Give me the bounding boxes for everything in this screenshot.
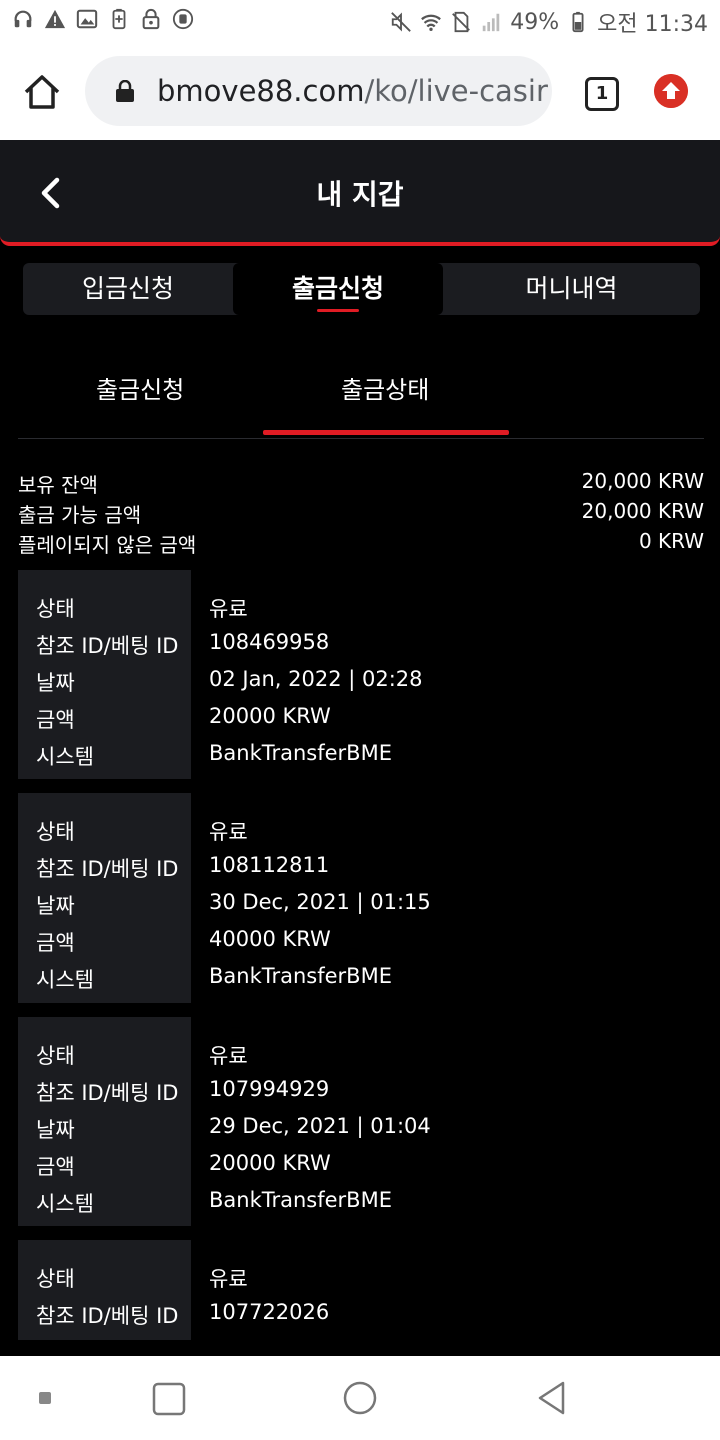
ref-value: 107722026 bbox=[209, 1300, 330, 1324]
tab-deposit[interactable]: 입금신청 bbox=[23, 263, 233, 315]
battery-saver-icon bbox=[112, 8, 126, 30]
field-label: 날짜 bbox=[36, 894, 75, 918]
balance-value: 20,000 KRW bbox=[581, 499, 704, 523]
warning-icon bbox=[44, 9, 66, 29]
image-icon bbox=[76, 9, 98, 29]
tab-label: 입금신청 bbox=[81, 274, 174, 303]
field-label: 상태 bbox=[36, 597, 75, 621]
date-value: 02 Jan, 2022 | 02:28 bbox=[209, 667, 423, 691]
withdraw-record: 상태 유료 참조 ID/베팅 ID 107994929 날짜 29 Dec, 2021… bbox=[18, 1017, 704, 1226]
tab-switcher-button[interactable]: 1 bbox=[585, 77, 619, 111]
withdraw-subtabs: 출금신청 출금상태 bbox=[18, 340, 704, 439]
field-label: 날짜 bbox=[36, 671, 75, 695]
mute-icon bbox=[391, 12, 412, 32]
wifi-icon bbox=[421, 14, 442, 31]
system-value: BankTransferBME bbox=[209, 1188, 392, 1212]
vpn-icon bbox=[172, 8, 194, 30]
browser-toolbar: bmove88.com/ko/live-casir 1 bbox=[0, 44, 720, 140]
balance-value: 0 KRW bbox=[638, 529, 704, 553]
home-icon[interactable] bbox=[22, 72, 62, 112]
field-label: 상태 bbox=[36, 1044, 75, 1068]
clock: 오전 11:34 bbox=[597, 12, 708, 37]
field-label: 상태 bbox=[36, 820, 75, 844]
ref-value: 108112811 bbox=[209, 853, 330, 877]
field-label: 금액 bbox=[36, 708, 75, 732]
status-bar: 49% 오전 11:34 bbox=[0, 0, 720, 44]
field-label: 상태 bbox=[36, 1267, 75, 1291]
balance-row: 보유 잔액 20,000 KRW bbox=[18, 469, 704, 498]
tab-money-history[interactable]: 머니내역 bbox=[443, 263, 700, 315]
recent-apps-dot-icon[interactable] bbox=[38, 1391, 52, 1405]
lock-icon bbox=[116, 80, 134, 102]
balance-label: 출금 가능 금액 bbox=[18, 503, 142, 527]
active-subtab-indicator bbox=[263, 430, 509, 435]
balance-label: 보유 잔액 bbox=[18, 473, 98, 497]
withdraw-record: 상태 유료 참조 ID/베팅 ID 108112811 날짜 30 Dec, 2021… bbox=[18, 793, 704, 1003]
lock-icon bbox=[142, 8, 160, 30]
withdraw-record: 상태 유료 참조 ID/베팅 ID 108469958 날짜 02 Jan, 2022… bbox=[18, 570, 704, 779]
url-host: bmove88.com bbox=[157, 74, 365, 108]
amount-value: 20000 KRW bbox=[209, 704, 331, 728]
field-label: 참조 ID/베팅 ID bbox=[36, 857, 179, 881]
overview-icon[interactable] bbox=[152, 1382, 186, 1416]
app-header: 내 지갑 bbox=[0, 140, 720, 246]
wallet-tabs: 입금신청 출금신청 머니내역 bbox=[23, 263, 700, 315]
date-value: 30 Dec, 2021 | 01:15 bbox=[209, 890, 431, 914]
tab-label: 출금신청 bbox=[291, 274, 384, 303]
balance-value: 20,000 KRW bbox=[581, 469, 704, 493]
address-bar[interactable]: bmove88.com/ko/live-casir bbox=[85, 56, 552, 126]
status-value: 유료 bbox=[209, 1044, 248, 1068]
field-label: 참조 ID/베팅 ID bbox=[36, 634, 179, 658]
withdrawable-row: 출금 가능 금액 20,000 KRW bbox=[18, 499, 704, 528]
status-value: 유료 bbox=[209, 820, 248, 844]
tab-label: 머니내역 bbox=[525, 274, 618, 303]
date-value: 29 Dec, 2021 | 01:04 bbox=[209, 1114, 431, 1138]
field-label: 날짜 bbox=[36, 1118, 75, 1142]
battery-percent: 49% bbox=[510, 9, 560, 35]
field-label: 금액 bbox=[36, 1155, 75, 1179]
field-label: 참조 ID/베팅 ID bbox=[36, 1081, 179, 1105]
page-title: 내 지갑 bbox=[316, 178, 404, 211]
signal-icon bbox=[482, 13, 500, 32]
field-label: 참조 ID/베팅 ID bbox=[36, 1304, 179, 1328]
unplayed-row: 플레이되지 않은 금액 0 KRW bbox=[18, 529, 704, 558]
amount-value: 40000 KRW bbox=[209, 927, 331, 951]
system-nav-bar bbox=[0, 1356, 720, 1440]
active-tab-indicator bbox=[317, 309, 359, 312]
subtab-withdraw-request[interactable]: 출금신청 bbox=[96, 370, 184, 405]
back-button-icon[interactable] bbox=[535, 1380, 569, 1416]
ref-value: 108469958 bbox=[209, 630, 330, 654]
field-label: 시스템 bbox=[36, 1192, 94, 1216]
tab-withdraw[interactable]: 출금신청 bbox=[233, 263, 443, 315]
update-icon[interactable] bbox=[654, 74, 688, 108]
balance-label: 플레이되지 않은 금액 bbox=[18, 533, 197, 557]
amount-value: 20000 KRW bbox=[209, 1151, 331, 1175]
battery-icon bbox=[572, 11, 584, 33]
system-value: BankTransferBME bbox=[209, 741, 392, 765]
subtab-withdraw-status[interactable]: 출금상태 bbox=[341, 370, 429, 405]
url-path: /ko/live-casir bbox=[364, 74, 548, 108]
field-label: 금액 bbox=[36, 931, 75, 955]
headphones-icon bbox=[14, 10, 32, 28]
withdraw-record: 상태 유료 참조 ID/베팅 ID 107722026 bbox=[18, 1240, 704, 1340]
url-text: bmove88.com/ko/live-casir bbox=[157, 74, 548, 108]
field-label: 시스템 bbox=[36, 745, 94, 769]
system-value: BankTransferBME bbox=[209, 964, 392, 988]
home-button-icon[interactable] bbox=[342, 1380, 378, 1416]
status-value: 유료 bbox=[209, 597, 248, 621]
field-label: 시스템 bbox=[36, 968, 94, 992]
status-value: 유료 bbox=[209, 1267, 248, 1291]
ref-value: 107994929 bbox=[209, 1077, 330, 1101]
no-sim-icon bbox=[452, 11, 471, 33]
